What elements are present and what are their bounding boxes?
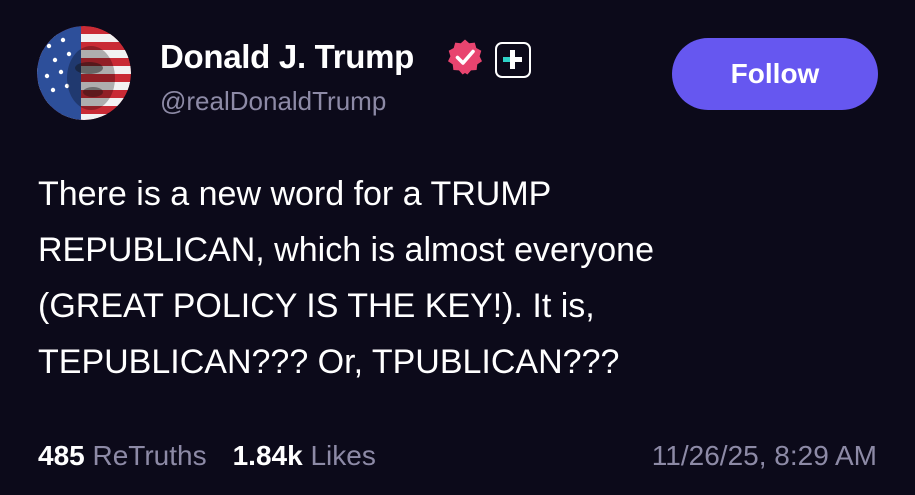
avatar[interactable] <box>37 26 131 120</box>
retruths-count: 485 <box>38 440 85 471</box>
author-display-name[interactable]: Donald J. Trump <box>160 38 414 76</box>
avatar-image <box>37 26 131 120</box>
retruths-stat[interactable]: 485 ReTruths <box>38 440 207 471</box>
post-card: Donald J. Trump @realDonaldTrump Follow … <box>0 0 915 495</box>
retruths-label: ReTruths <box>92 440 207 471</box>
post-timestamp: 11/26/25, 8:29 AM <box>651 440 877 471</box>
post-text: There is a new word for a TRUMP REPUBLIC… <box>38 175 655 381</box>
author-handle[interactable]: @realDonaldTrump <box>160 86 386 117</box>
likes-stat[interactable]: 1.84k Likes <box>233 440 376 471</box>
plus-square-icon[interactable] <box>495 42 531 78</box>
post-stats: 485 ReTruths 1.84k Likes <box>38 440 376 472</box>
likes-count: 1.84k <box>232 440 303 471</box>
verified-badge-icon <box>446 38 484 76</box>
follow-button[interactable]: Follow <box>672 38 878 110</box>
likes-label: Likes <box>310 440 376 471</box>
